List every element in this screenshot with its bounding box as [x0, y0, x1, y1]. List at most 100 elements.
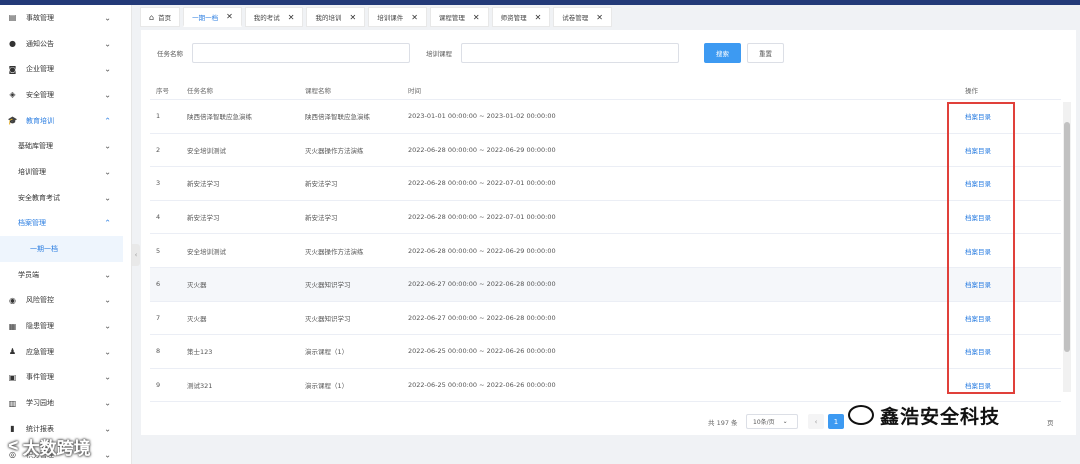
tab-label: 首页	[158, 14, 172, 22]
chevron-down-icon: ⌄	[104, 424, 111, 434]
cell-course: 演示课程（1）	[305, 382, 349, 391]
sidebar-item-label: 事件管理	[26, 373, 54, 382]
chevron-down-icon: ⌄	[104, 141, 111, 151]
chevron-down-icon: ⌄	[104, 450, 111, 460]
chevron-up-icon: ⌃	[104, 218, 111, 228]
tab-my-training[interactable]: 我的培训 ✕	[306, 7, 366, 27]
tab-label: 我的考试	[253, 14, 280, 22]
sidebar-collapse-handle[interactable]: ‹	[132, 244, 140, 266]
page-button-current[interactable]: 1	[828, 414, 844, 429]
cell-time: 2022-06-28 00:00:00 ~ 2022-06-29 00:00:0…	[408, 246, 556, 255]
sidebar-item-hazard[interactable]: ▦ 隐患管理 ⌄	[0, 313, 131, 339]
tab-one-period-one-file[interactable]: 一期一档 ✕	[183, 7, 242, 27]
sidebar-item-label: 基础库管理	[18, 142, 53, 151]
chevron-down-icon: ⌄	[104, 39, 111, 49]
course-label: 培训课程	[426, 50, 452, 58]
book-icon: ▥	[8, 398, 17, 408]
sidebar-item-label: 安全管理	[26, 90, 54, 99]
cell-course: 灭火器知识学习	[305, 281, 351, 290]
chevron-down-icon: ⌄	[104, 167, 111, 177]
sidebar-item-enterprise[interactable]: ◙ 企业管理 ⌄	[0, 56, 131, 82]
tab-label: 培训课件	[377, 14, 404, 22]
sidebar-item-archive[interactable]: 档案管理 ⌃	[0, 211, 131, 237]
sidebar-item-exam[interactable]: 安全教育考试 ⌄	[0, 185, 131, 211]
highlight-box	[947, 102, 1015, 394]
tab-my-exam[interactable]: 我的考试 ✕	[244, 7, 304, 27]
table-scrollbar[interactable]	[1063, 102, 1071, 392]
tab-label: 试卷管理	[562, 14, 589, 22]
close-icon[interactable]: ✕	[596, 13, 603, 22]
prev-page-button[interactable]: ‹	[808, 414, 824, 429]
table-row: 9 测试321 演示课程（1） 2022-06-25 00:00:00 ~ 20…	[150, 369, 1061, 403]
pagination-suffix: 页	[1047, 419, 1054, 427]
sidebar-item-training[interactable]: 培训管理 ⌄	[0, 159, 131, 185]
cell-course: 新安法学习	[305, 214, 338, 223]
tab-label: 师资管理	[500, 14, 527, 22]
close-icon[interactable]: ✕	[226, 12, 233, 21]
sidebar-item-learning[interactable]: ▥ 学习园地 ⌄	[0, 390, 131, 416]
sidebar-item-label: 隐患管理	[26, 322, 54, 331]
cell-index: 2	[156, 145, 161, 154]
graduation-cap-icon: 🎓	[7, 116, 18, 126]
cell-course: 灭火器操作方法演练	[305, 146, 364, 155]
close-icon[interactable]: ✕	[288, 13, 295, 22]
tab-paper-management[interactable]: 试卷管理 ✕	[553, 7, 612, 27]
sidebar-item-one-period-one-file[interactable]: 一期一档	[0, 236, 123, 262]
building-icon: ◙	[8, 64, 17, 74]
cell-time: 2022-06-28 00:00:00 ~ 2022-06-29 00:00:0…	[408, 145, 556, 154]
sidebar-item-education[interactable]: 🎓 教育培训 ⌃	[0, 108, 131, 134]
cell-index: 1	[156, 112, 161, 121]
page-size-select[interactable]: 10条/页 ⌄	[746, 414, 798, 429]
table-header: 序号 任务名称 课程名称 时间 操作	[150, 80, 1061, 100]
header-task: 任务名称	[187, 86, 213, 95]
cell-course: 新安法学习	[305, 180, 338, 189]
sidebar-item-student[interactable]: 学员端 ⌄	[0, 262, 131, 288]
sidebar-item-label: 教育培训	[26, 116, 54, 125]
cell-task: 安全培训测试	[187, 146, 226, 155]
tab-courseware[interactable]: 培训课件 ✕	[368, 7, 427, 27]
tab-label: 一期一档	[192, 13, 219, 22]
sidebar-item-event[interactable]: ▣ 事件管理 ⌄	[0, 365, 131, 391]
course-input[interactable]	[461, 43, 679, 63]
cell-course: 灭火器操作方法演练	[305, 247, 364, 256]
search-button[interactable]: 搜索	[704, 43, 741, 63]
logo-icon: ᐸ	[8, 439, 19, 453]
reset-button[interactable]: 重置	[747, 43, 784, 63]
cell-course: 演示课程（1）	[305, 348, 349, 357]
close-icon[interactable]: ✕	[411, 13, 418, 22]
header-course: 课程名称	[305, 86, 331, 95]
sidebar-item-safety[interactable]: ◈ 安全管理 ⌄	[0, 82, 131, 108]
sidebar-item-base-library[interactable]: 基础库管理 ⌄	[0, 133, 131, 159]
tab-label: 我的培训	[315, 14, 342, 22]
table-row: 5 安全培训测试 灭火器操作方法演练 2022-06-28 00:00:00 ~…	[150, 234, 1061, 268]
chevron-down-icon: ⌄	[104, 398, 111, 408]
tab-course-management[interactable]: 课程管理 ✕	[429, 7, 489, 27]
tab-bar: ⌂ 首页 一期一档 ✕ 我的考试 ✕ 我的培训 ✕ 培训课件 ✕ 课程管理 ✕ …	[140, 6, 612, 28]
scrollbar-thumb[interactable]	[1064, 122, 1070, 352]
sidebar-item-label: 档案管理	[18, 219, 46, 228]
cell-task: 灭火器	[187, 314, 207, 323]
tab-home[interactable]: ⌂ 首页	[140, 7, 181, 27]
sidebar-item-label: 学员端	[18, 270, 39, 279]
sidebar-item-emergency[interactable]: ♟ 应急管理 ⌄	[0, 339, 131, 365]
cell-time: 2022-06-27 00:00:00 ~ 2022-06-28 00:00:0…	[408, 280, 556, 289]
cell-time: 2022-06-28 00:00:00 ~ 2022-07-01 00:00:0…	[408, 179, 556, 188]
sidebar-item-accident[interactable]: ▤ 事故管理 ⌄	[0, 5, 131, 31]
chevron-down-icon: ⌄	[104, 295, 111, 305]
task-name-input[interactable]	[192, 43, 410, 63]
table-row: 8 策士123 演示课程（1） 2022-06-25 00:00:00 ~ 20…	[150, 335, 1061, 369]
close-icon[interactable]: ✕	[473, 13, 480, 22]
page-size-value: 10条/页	[753, 419, 775, 426]
sidebar-item-notice[interactable]: ● 通知公告 ⌄	[0, 31, 131, 57]
cell-task: 安全培训测试	[187, 247, 226, 256]
sidebar-item-label: 通知公告	[26, 39, 54, 48]
close-icon[interactable]: ✕	[535, 13, 542, 22]
table-row: 4 新安法学习 新安法学习 2022-06-28 00:00:00 ~ 2022…	[150, 201, 1061, 235]
sidebar-item-label: 统计报表	[26, 424, 54, 433]
cell-course: 灭火器知识学习	[305, 314, 351, 323]
task-name-label: 任务名称	[157, 50, 183, 58]
tab-teacher-management[interactable]: 师资管理 ✕	[491, 7, 551, 27]
sidebar-item-risk[interactable]: ◉ 风险管控 ⌄	[0, 288, 131, 314]
bell-icon: ●	[9, 39, 16, 49]
close-icon[interactable]: ✕	[349, 13, 356, 22]
